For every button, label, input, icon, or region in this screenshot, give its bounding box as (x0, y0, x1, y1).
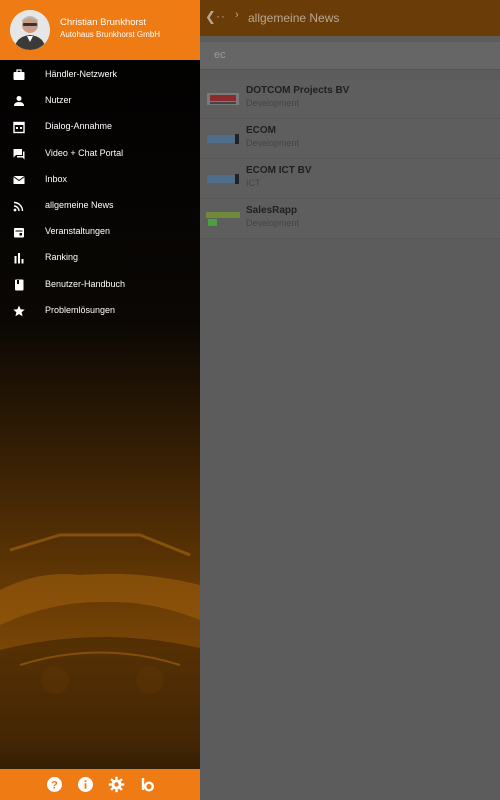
menu-item-label: Problemlösungen (45, 304, 116, 315)
menu-item-label: Video + Chat Portal (45, 147, 124, 158)
chat-icon (13, 148, 25, 160)
company-category: Development (246, 218, 300, 228)
company-name: SalesRapp (246, 205, 298, 216)
navigation-drawer: Christian Brunkhorst Autohaus Brunkhorst… (0, 0, 200, 800)
menu-item-nutzer[interactable]: Nutzer (0, 88, 200, 114)
menu-item-veranstaltungen[interactable]: Veranstaltungen (0, 219, 200, 245)
menu-item-label: Inbox (45, 173, 68, 184)
book-icon (15, 279, 24, 290)
car-background-image (0, 533, 200, 770)
menu-item-dialog-annahme[interactable]: Dialog-Annahme (0, 114, 200, 140)
info-icon[interactable] (77, 776, 94, 793)
avatar[interactable] (10, 10, 50, 50)
company-logo-icon (207, 134, 239, 144)
rss-icon (13, 201, 24, 212)
drawer-footer: ? (0, 769, 200, 800)
results-list: DOTCOM Projects BV Development ECOM Deve… (200, 79, 500, 239)
event-icon (14, 228, 24, 238)
company-name: DOTCOM Projects BV (246, 85, 350, 96)
company-logo-icon (207, 93, 239, 105)
drawer-header[interactable]: Christian Brunkhorst Autohaus Brunkhorst… (0, 0, 200, 60)
company-category: Development (246, 138, 300, 148)
svg-text:?: ? (51, 780, 58, 792)
app-title: allgemeine News (248, 11, 340, 25)
menu-item-haendler-netzwerk[interactable]: Händler-Netzwerk (0, 62, 200, 88)
calendar-grid-icon (13, 122, 25, 134)
menu-item-label: Ranking (45, 252, 79, 263)
company-category: ICT (246, 178, 261, 188)
star-icon (13, 305, 25, 316)
search-input[interactable]: ec (200, 42, 500, 70)
back-arrow-icon[interactable]: ❮ (205, 9, 216, 25)
search-value: ec (214, 49, 226, 61)
menu-item-ranking[interactable]: Ranking (0, 245, 200, 271)
drawer-menu: Händler-Netzwerk Nutzer Dialog-Annahme V… (0, 62, 200, 324)
menu-item-benutzer-handbuch[interactable]: Benutzer-Handbuch (0, 272, 200, 298)
settings-icon[interactable] (108, 776, 125, 793)
bar-chart-icon (14, 253, 24, 264)
company-logo-icon (207, 174, 239, 184)
company-name: ECOM ICT BV (246, 165, 312, 176)
brand-logo-icon[interactable] (139, 776, 156, 793)
user-name: Christian Brunkhorst (60, 17, 147, 28)
briefcase-icon (13, 69, 25, 80)
list-item[interactable]: DOTCOM Projects BV Development (200, 79, 500, 119)
list-item[interactable]: SalesRapp Development (200, 199, 500, 239)
mail-icon (13, 175, 25, 184)
list-item[interactable]: ECOM Development (200, 119, 500, 159)
company-category: Development (246, 98, 300, 108)
company-name: ECOM (246, 125, 276, 136)
menu-item-label: allgemeine News (45, 199, 114, 210)
chevron-right-icon: › (235, 9, 239, 21)
menu-item-label: Händler-Netzwerk (45, 69, 118, 79)
menu-item-label: Veranstaltungen (45, 226, 111, 237)
menu-item-inbox[interactable]: Inbox (0, 167, 200, 193)
help-icon[interactable]: ? (46, 776, 63, 793)
menu-item-problemloesungen[interactable]: Problemlösungen (0, 298, 200, 324)
company-logo-icon (206, 212, 240, 226)
user-photo (10, 10, 50, 50)
menu-item-label: Benutzer-Handbuch (45, 278, 126, 289)
back-label-icon: ·· (216, 9, 226, 23)
menu-item-allgemeine-news[interactable]: allgemeine News (0, 193, 200, 219)
person-icon (14, 96, 24, 107)
user-company: Autohaus Brunkhorst GmbH (60, 30, 161, 39)
list-item[interactable]: ECOM ICT BV ICT (200, 159, 500, 199)
menu-item-label: Nutzer (45, 95, 72, 106)
menu-item-label: Dialog-Annahme (45, 121, 113, 132)
menu-item-video-chat-portal[interactable]: Video + Chat Portal (0, 141, 200, 167)
